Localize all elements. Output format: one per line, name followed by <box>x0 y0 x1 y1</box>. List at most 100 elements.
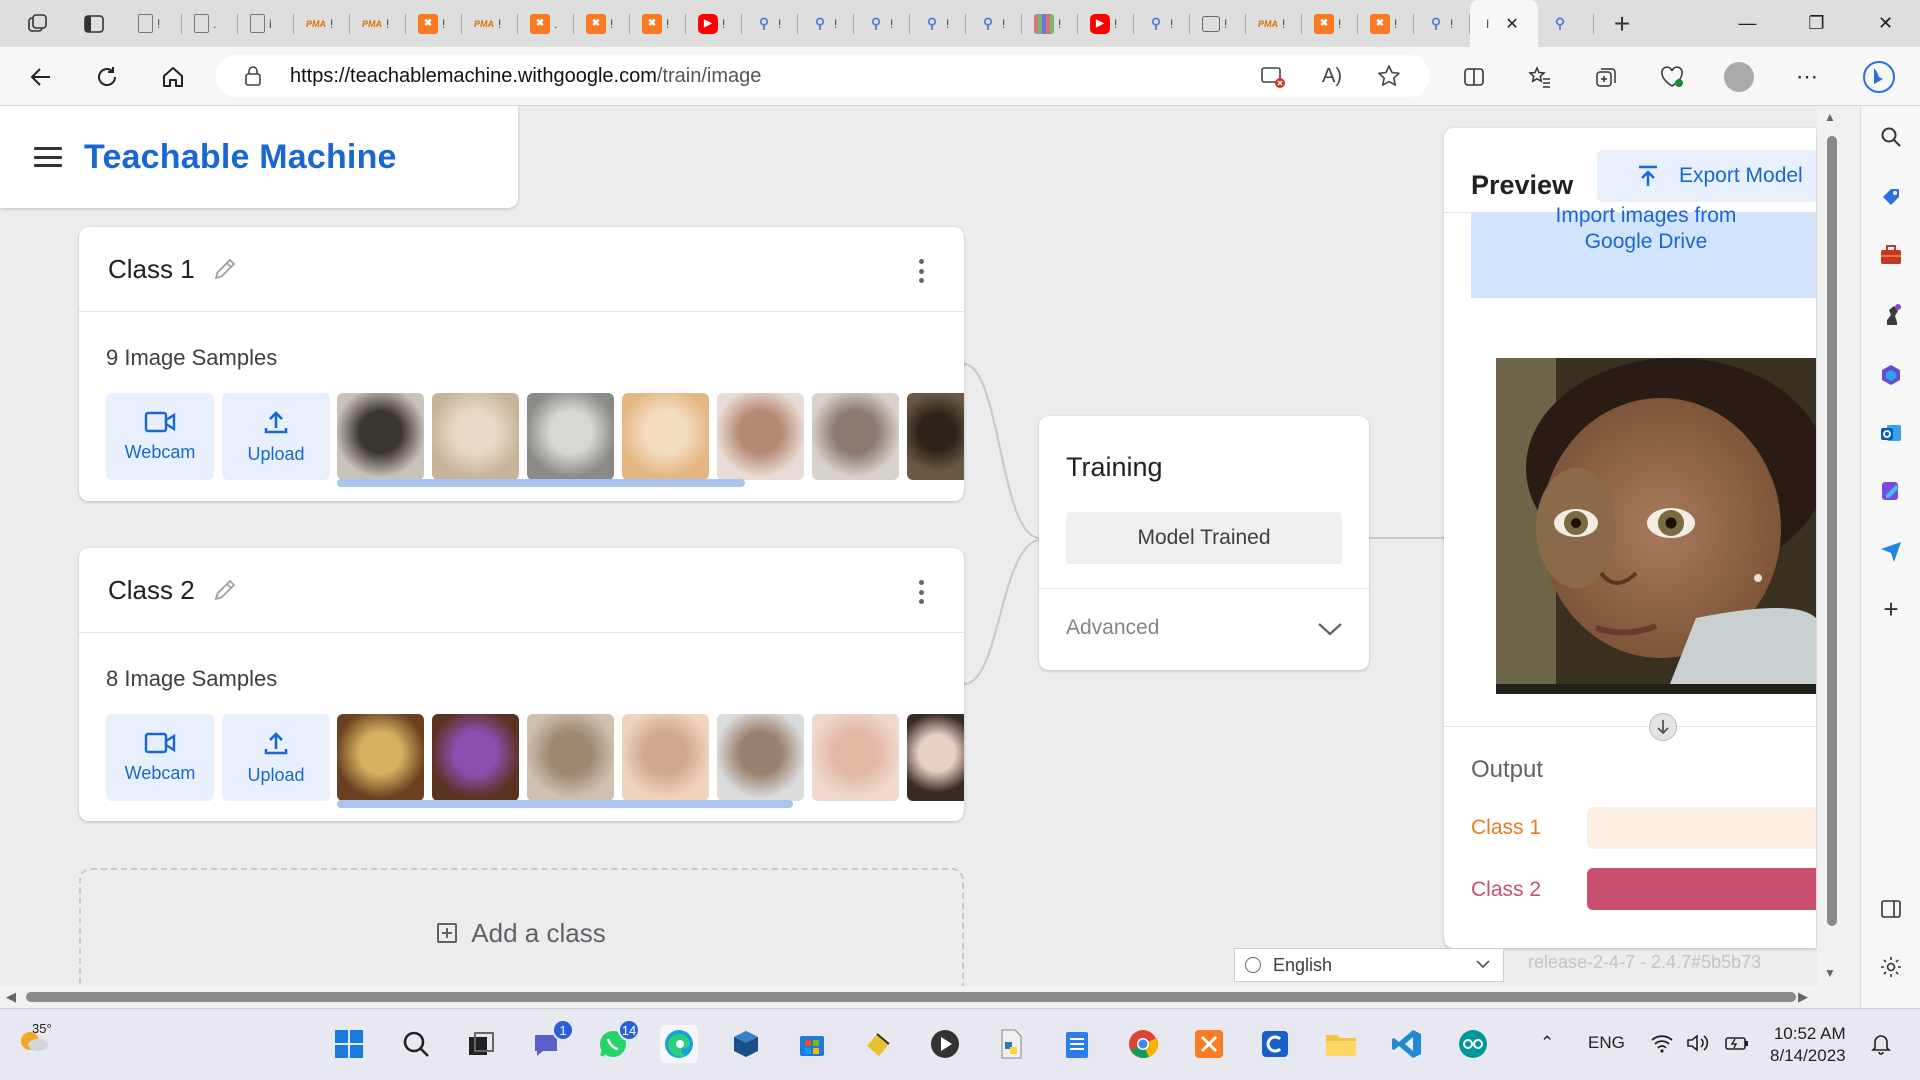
bing-copilot-icon[interactable] <box>1862 60 1896 94</box>
active-tab[interactable]: I ✕ <box>1470 0 1538 47</box>
browser-tab[interactable]: ▶! <box>1078 0 1134 47</box>
lock-icon[interactable] <box>244 65 262 92</box>
home-button[interactable] <box>156 60 190 94</box>
app-title[interactable]: Teachable Machine <box>84 138 397 177</box>
sidebar-outlook-icon[interactable] <box>1878 420 1904 446</box>
close-tab-icon[interactable]: ✕ <box>1505 14 1518 34</box>
browser-tab[interactable]: ⚲ <box>1538 0 1594 47</box>
sample-thumbnail[interactable] <box>337 393 424 480</box>
class-options-icon[interactable] <box>918 580 924 604</box>
browser-tab[interactable]: ✖! <box>1358 0 1414 47</box>
restore-button[interactable]: ❐ <box>1782 0 1851 47</box>
vertical-scroll-thumb[interactable] <box>1827 136 1837 926</box>
browser-tab[interactable]: ✖! <box>630 0 686 47</box>
wifi-icon[interactable] <box>1650 1033 1674 1058</box>
sidebar-search-icon[interactable] <box>1878 124 1904 150</box>
camera-blocked-icon[interactable] <box>1260 64 1288 95</box>
whatsapp-icon[interactable]: 14 <box>594 1019 640 1063</box>
chevron-down-icon[interactable] <box>1317 621 1343 637</box>
sample-thumbnail[interactable] <box>527 714 614 801</box>
browser-tab[interactable]: PMA! <box>350 0 406 47</box>
split-screen-icon[interactable] <box>1457 60 1491 94</box>
xampp-icon[interactable] <box>1190 1025 1228 1063</box>
task-view-icon[interactable] <box>462 1025 500 1063</box>
browser-tab[interactable]: ✖. <box>518 0 574 47</box>
add-class-button[interactable]: Add a class <box>79 868 964 986</box>
thumbnails-scrollbar[interactable] <box>337 479 745 487</box>
edit-pencil-icon[interactable] <box>211 576 239 604</box>
favorite-star-icon[interactable] <box>1376 63 1402 94</box>
edit-pencil-icon[interactable] <box>211 255 239 283</box>
class-options-icon[interactable] <box>918 259 924 283</box>
browser-tab[interactable]: ! <box>126 0 182 47</box>
sample-thumbnail[interactable] <box>432 714 519 801</box>
sidebar-tools-icon[interactable] <box>1878 242 1904 268</box>
teams-chat-icon[interactable]: 1 <box>528 1019 574 1063</box>
sample-thumbnail[interactable] <box>717 714 804 801</box>
browser-tab[interactable]: PMA! <box>462 0 518 47</box>
import-google-drive-button[interactable]: Import images from Google Drive <box>1471 204 1816 298</box>
scroll-down-arrow-icon[interactable]: ▼ <box>1824 966 1836 980</box>
sidebar-hide-icon[interactable] <box>1878 896 1904 922</box>
paint-app-icon[interactable] <box>860 1025 898 1063</box>
advanced-toggle[interactable]: Advanced <box>1066 616 1159 640</box>
browser-tab[interactable]: ✖! <box>1302 0 1358 47</box>
volume-icon[interactable] <box>1686 1033 1710 1058</box>
webcam-button[interactable]: Webcam <box>106 714 214 801</box>
performance-icon[interactable] <box>1655 60 1689 94</box>
browser-tab[interactable]: ! <box>1022 0 1078 47</box>
workspaces-icon[interactable] <box>24 10 52 38</box>
sample-thumbnail[interactable] <box>527 393 614 480</box>
sample-thumbnail[interactable] <box>622 393 709 480</box>
system-clock[interactable]: 10:52 AM 8/14/2023 <box>1770 1023 1846 1067</box>
language-select[interactable]: English <box>1234 948 1504 982</box>
favorites-icon[interactable] <box>1523 60 1557 94</box>
horizontal-scroll-thumb[interactable] <box>26 992 1796 1002</box>
browser-tab[interactable]: ⚲! <box>910 0 966 47</box>
chrome-icon[interactable] <box>1124 1025 1162 1063</box>
battery-icon[interactable] <box>1724 1033 1750 1058</box>
horizontal-scrollbar[interactable]: ◀ ▶ <box>0 986 1860 1008</box>
sample-thumbnail[interactable] <box>907 714 964 801</box>
class-name[interactable]: Class 2 <box>108 575 195 606</box>
sample-thumbnail[interactable] <box>907 393 964 480</box>
collections-icon[interactable] <box>1589 60 1623 94</box>
edge-browser-icon[interactable] <box>660 1025 698 1063</box>
browser-tab[interactable]: ⚲! <box>798 0 854 47</box>
sidebar-settings-icon[interactable] <box>1878 954 1904 980</box>
browser-tab[interactable]: PMA! <box>1246 0 1302 47</box>
back-button[interactable] <box>24 60 58 94</box>
browser-tab[interactable]: ▶! <box>686 0 742 47</box>
notifications-icon[interactable] <box>1870 1033 1892 1060</box>
arduino-icon[interactable] <box>1454 1025 1492 1063</box>
vertical-scrollbar[interactable]: ▲ ▼ <box>1817 106 1860 986</box>
url-text[interactable]: https://teachablemachine.withgoogle.com/… <box>290 65 761 88</box>
sample-thumbnail[interactable] <box>717 393 804 480</box>
read-aloud-icon[interactable]: A) <box>1322 65 1342 88</box>
python-file-icon[interactable] <box>992 1025 1030 1063</box>
browser-tab[interactable]: ⚲! <box>1414 0 1470 47</box>
profile-avatar[interactable] <box>1722 60 1756 94</box>
scroll-up-arrow-icon[interactable]: ▲ <box>1824 110 1836 124</box>
browser-tab[interactable]: ⚲! <box>1134 0 1190 47</box>
refresh-button[interactable] <box>90 60 124 94</box>
address-bar[interactable]: https://teachablemachine.withgoogle.com/… <box>216 55 1430 97</box>
scroll-right-arrow-icon[interactable]: ▶ <box>1798 989 1808 1005</box>
virtualbox-icon[interactable] <box>727 1025 765 1063</box>
minimize-button[interactable]: — <box>1713 0 1782 47</box>
browser-tab[interactable]: ⚲! <box>742 0 798 47</box>
thumbnails-scrollbar[interactable] <box>337 800 793 808</box>
upload-button[interactable]: Upload <box>222 393 330 480</box>
sample-thumbnail[interactable] <box>812 393 899 480</box>
sidebar-shopping-icon[interactable] <box>1878 184 1904 210</box>
c-compiler-icon[interactable] <box>1256 1025 1294 1063</box>
tab-actions-icon[interactable] <box>80 10 108 38</box>
browser-tab[interactable]: ! <box>1190 0 1246 47</box>
input-language[interactable]: ENG <box>1588 1033 1625 1053</box>
browser-tab[interactable]: . <box>182 0 238 47</box>
sidebar-games-icon[interactable] <box>1878 302 1904 328</box>
start-button[interactable] <box>330 1025 368 1063</box>
close-window-button[interactable]: ✕ <box>1851 0 1920 47</box>
browser-tab[interactable]: ✖! <box>574 0 630 47</box>
sample-thumbnail[interactable] <box>812 714 899 801</box>
